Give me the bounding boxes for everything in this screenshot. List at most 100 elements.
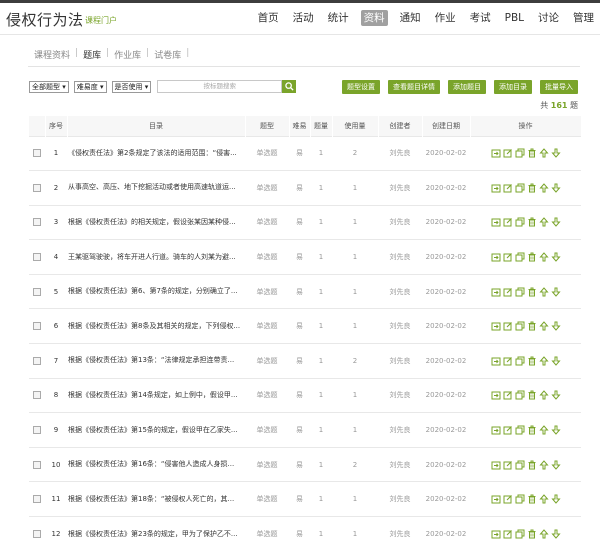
move-down-icon[interactable]	[550, 321, 561, 332]
copy-icon[interactable]	[515, 148, 525, 158]
question-title[interactable]: 根据《侵权责任法》第16条：“侵害他人造成人身损...	[67, 446, 245, 482]
copy-icon[interactable]	[515, 460, 525, 470]
delete-icon[interactable]	[527, 217, 537, 227]
action-button-0[interactable]: 题型设置	[342, 80, 380, 94]
edit-icon[interactable]	[503, 356, 513, 366]
move-up-icon[interactable]	[538, 183, 549, 193]
difficulty-select[interactable]: 难易度 ▾	[73, 80, 107, 93]
copy-icon[interactable]	[515, 356, 525, 366]
move-up-icon[interactable]	[538, 494, 549, 504]
copy-icon[interactable]	[515, 390, 525, 400]
move-up-icon[interactable]	[538, 425, 549, 435]
move-up-icon[interactable]	[538, 286, 549, 297]
move-down-icon[interactable]	[550, 287, 561, 297]
nav-item-0[interactable]: 首页	[256, 10, 281, 26]
nav-item-6[interactable]: 考试	[468, 10, 493, 26]
edit-icon[interactable]	[503, 183, 513, 193]
edit-icon[interactable]	[503, 494, 513, 504]
delete-icon[interactable]	[527, 287, 537, 297]
copy-icon[interactable]	[515, 287, 525, 297]
nav-item-4[interactable]: 通知	[398, 10, 423, 26]
move-up-icon[interactable]	[538, 529, 549, 539]
delete-icon[interactable]	[527, 390, 537, 400]
move-down-icon[interactable]	[550, 183, 561, 193]
edit-icon[interactable]	[503, 148, 513, 158]
action-button-2[interactable]: 添加题目	[448, 80, 486, 94]
copy-icon[interactable]	[515, 529, 525, 539]
delete-icon[interactable]	[527, 425, 537, 435]
search-button[interactable]	[282, 80, 297, 93]
question-title[interactable]: 根据《侵权责任法》第14条规定，如上例中，假设甲...	[67, 377, 245, 413]
move-icon[interactable]	[491, 148, 501, 158]
row-checkbox[interactable]	[33, 287, 41, 296]
move-down-icon[interactable]	[550, 390, 561, 401]
delete-icon[interactable]	[527, 356, 537, 366]
action-button-4[interactable]: 批量导入	[540, 80, 578, 94]
move-down-icon[interactable]	[550, 148, 561, 159]
copy-icon[interactable]	[515, 183, 525, 193]
course-title[interactable]: 侵权行为法	[6, 9, 84, 30]
copy-icon[interactable]	[515, 494, 525, 504]
question-title[interactable]: 根据《侵权责任法》的相关规定，假设张某因某种侵...	[67, 204, 245, 240]
edit-icon[interactable]	[503, 460, 513, 470]
move-icon[interactable]	[491, 356, 501, 366]
move-icon[interactable]	[491, 529, 501, 539]
move-up-icon[interactable]	[538, 148, 549, 158]
question-title[interactable]: 根据《侵权责任法》第8条及其相关的规定，下列侵权...	[67, 308, 245, 344]
move-up-icon[interactable]	[538, 252, 549, 262]
edit-icon[interactable]	[503, 390, 513, 400]
nav-item-2[interactable]: 统计	[326, 10, 351, 26]
move-icon[interactable]	[491, 390, 501, 400]
move-down-icon[interactable]	[550, 425, 561, 435]
question-title[interactable]: 根据《侵权责任法》第15条的规定，假设甲在乙家失...	[67, 412, 245, 448]
delete-icon[interactable]	[527, 529, 537, 539]
question-title[interactable]: 从事高空、高压、地下挖掘活动或者使用高速轨道运...	[67, 170, 245, 206]
search-input[interactable]: 按标题搜索	[157, 80, 283, 93]
delete-icon[interactable]	[527, 252, 537, 262]
edit-icon[interactable]	[503, 321, 513, 331]
nav-item-3[interactable]: 资料	[360, 10, 388, 26]
delete-icon[interactable]	[527, 321, 537, 331]
move-icon[interactable]	[491, 183, 501, 193]
used-select[interactable]: 是否使用 ▾	[111, 80, 152, 93]
edit-icon[interactable]	[503, 287, 513, 297]
move-icon[interactable]	[491, 321, 501, 331]
move-up-icon[interactable]	[538, 390, 549, 400]
move-up-icon[interactable]	[538, 459, 549, 470]
edit-icon[interactable]	[503, 529, 513, 539]
move-icon[interactable]	[491, 252, 501, 262]
move-icon[interactable]	[491, 494, 501, 504]
action-button-3[interactable]: 添加目录	[494, 80, 532, 94]
copy-icon[interactable]	[515, 425, 525, 435]
edit-icon[interactable]	[503, 425, 513, 435]
row-checkbox[interactable]	[33, 149, 41, 158]
delete-icon[interactable]	[527, 183, 537, 193]
question-title[interactable]: 根据《侵权责任法》第18条：“被侵权人死亡的，其...	[67, 481, 245, 517]
nav-item-8[interactable]: 讨论	[536, 10, 561, 26]
row-checkbox[interactable]	[33, 322, 41, 331]
question-title[interactable]: 王某驱驾驶驶，将车开进人行道。骑车的人刘某为避...	[67, 239, 245, 275]
move-down-icon[interactable]	[550, 252, 561, 262]
nav-item-1[interactable]: 活动	[291, 10, 316, 26]
move-down-icon[interactable]	[550, 356, 561, 366]
move-icon[interactable]	[491, 460, 501, 470]
row-checkbox[interactable]	[33, 253, 41, 262]
copy-icon[interactable]	[515, 217, 525, 227]
question-title[interactable]: 根据《侵权责任法》第13条：“法律规定承担连带责...	[67, 343, 245, 379]
row-checkbox[interactable]	[33, 426, 41, 435]
subtab-3[interactable]: 试卷库	[154, 48, 181, 61]
nav-item-9[interactable]: 管理	[571, 10, 596, 26]
question-title[interactable]: 根据《侵权责任法》第6、第7条的规定，分别确立了...	[67, 273, 245, 309]
row-checkbox[interactable]	[33, 183, 41, 192]
subtab-2[interactable]: 作业库	[114, 48, 141, 61]
move-up-icon[interactable]	[538, 321, 549, 331]
move-down-icon[interactable]	[550, 529, 561, 539]
row-checkbox[interactable]	[33, 391, 41, 400]
move-down-icon[interactable]	[550, 460, 561, 470]
nav-item-7[interactable]: PBL	[503, 10, 526, 26]
edit-icon[interactable]	[503, 252, 513, 262]
subtab-0[interactable]: 课程资料	[34, 48, 70, 61]
question-title[interactable]: 根据《侵权责任法》第23条的规定，甲为了保护乙不...	[67, 516, 245, 551]
edit-icon[interactable]	[503, 217, 513, 227]
move-down-icon[interactable]	[550, 217, 561, 228]
